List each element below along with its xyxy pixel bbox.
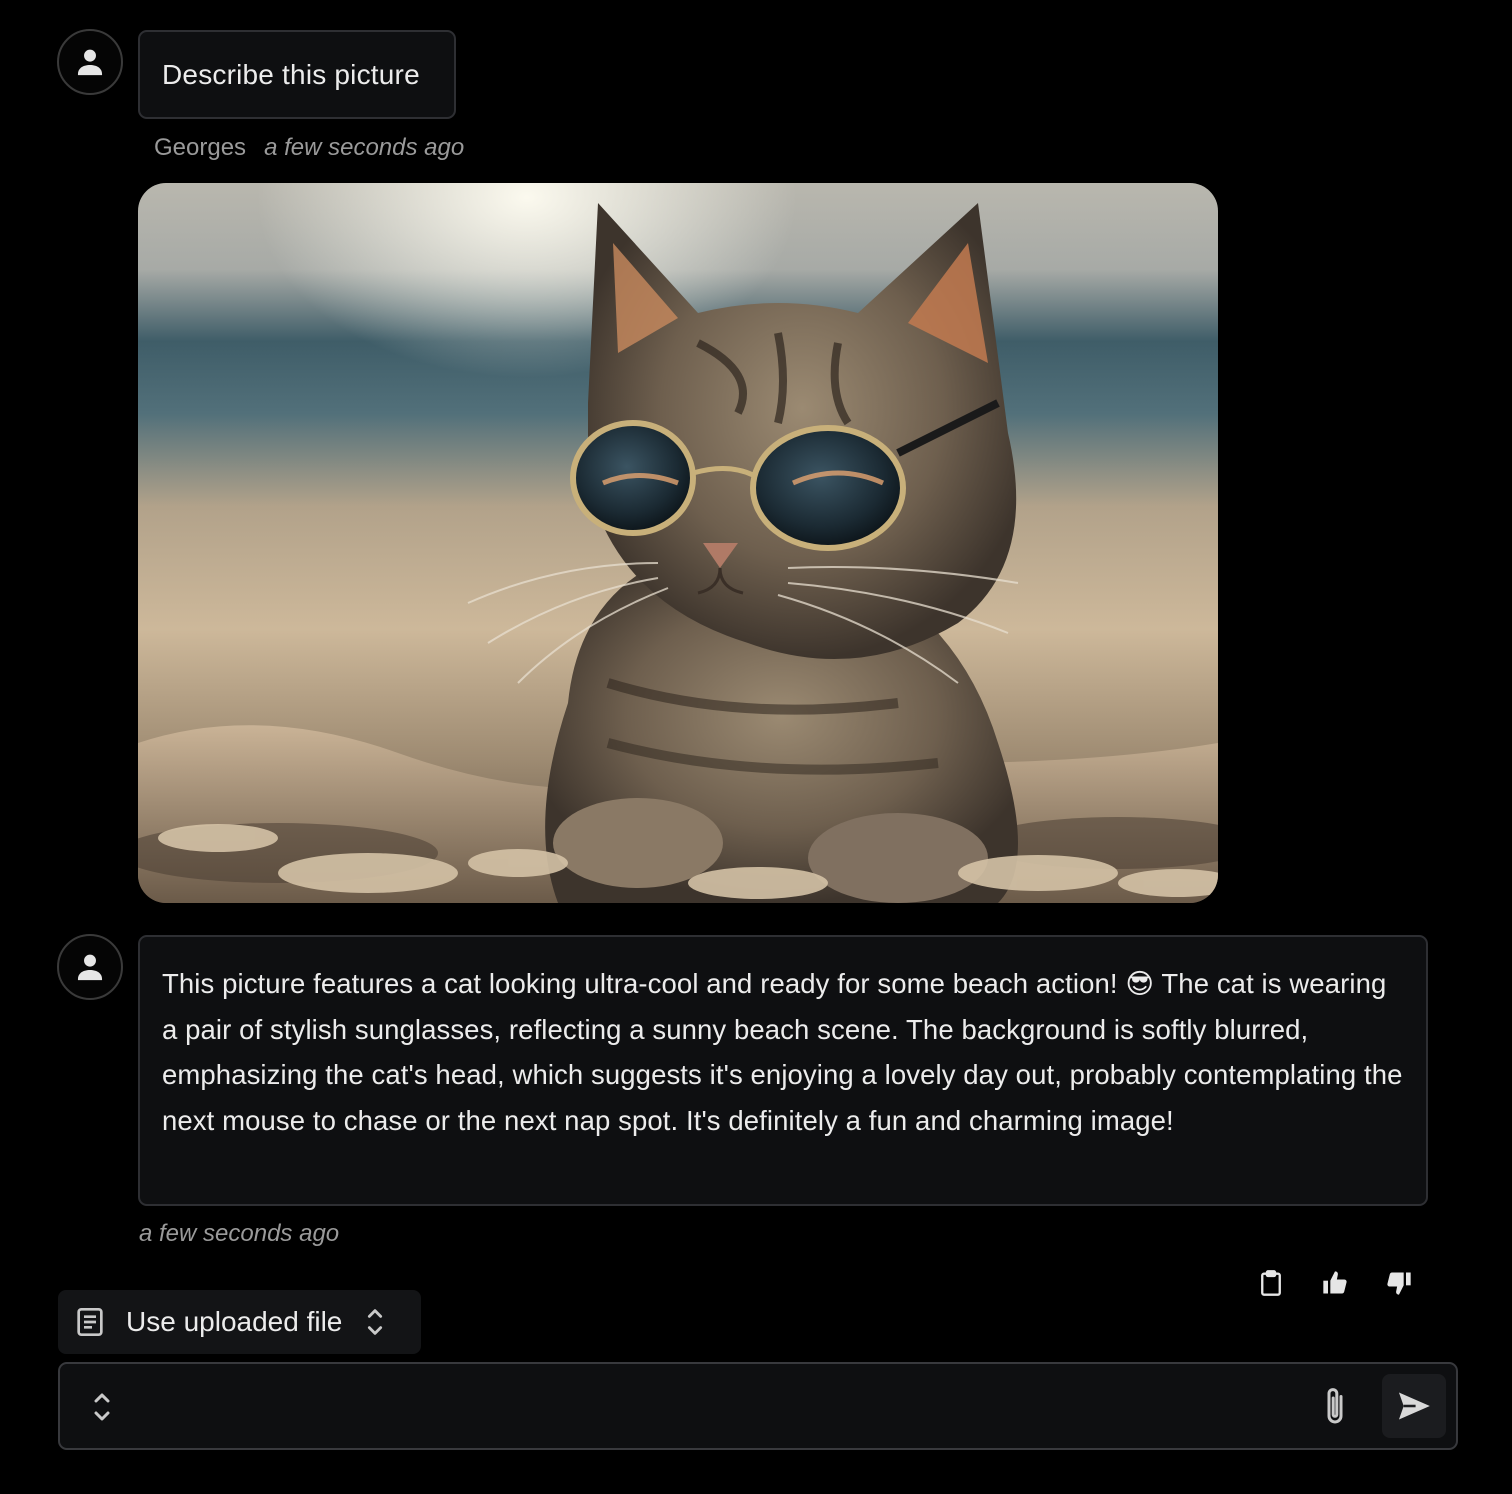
message-timestamp: a few seconds ago [264,134,465,161]
assistant-avatar [57,934,123,1000]
expand-icon[interactable] [90,1389,114,1425]
user-message-bubble: Describe this picture [138,30,456,119]
chat-page: Describe this picture Georges a few secon… [0,0,1512,1494]
thumbs-up-button[interactable] [1320,1266,1350,1300]
cat-sunglasses-image [138,183,1218,903]
person-icon [77,954,103,981]
user-message-meta: Georges a few seconds ago [154,134,464,162]
user-avatar [57,29,123,95]
send-icon [1398,1392,1430,1420]
copy-button[interactable] [1256,1266,1286,1300]
retrieval-mode-select[interactable]: Use uploaded file [58,1290,421,1354]
thumbs-up-icon [1323,1271,1347,1294]
message-author: Georges [154,134,247,161]
paperclip-icon[interactable] [1318,1386,1352,1428]
assistant-message-bubble: This picture features a cat looking ultr… [138,935,1428,1206]
chevron-up-down-icon [368,1309,383,1335]
message-timestamp: a few seconds ago [139,1220,340,1247]
retrieval-mode-label: Use uploaded file [126,1306,343,1337]
message-composer [58,1362,1458,1450]
message-input[interactable] [140,1378,1340,1434]
person-icon [77,49,103,76]
assistant-message-meta: a few seconds ago [139,1220,339,1248]
clipboard-icon [1261,1270,1281,1296]
sunglasses-emoji: 😎 [1125,968,1155,999]
uploaded-image[interactable] [138,183,1218,903]
thumbs-down-icon [1387,1272,1411,1295]
user-message-text: Describe this picture [162,58,420,90]
message-actions [1256,1266,1414,1300]
thumbs-down-button[interactable] [1384,1266,1414,1300]
document-icon [77,1308,103,1336]
send-button[interactable] [1382,1374,1446,1438]
assistant-text-part-1: This picture features a cat looking ultr… [162,968,1126,999]
